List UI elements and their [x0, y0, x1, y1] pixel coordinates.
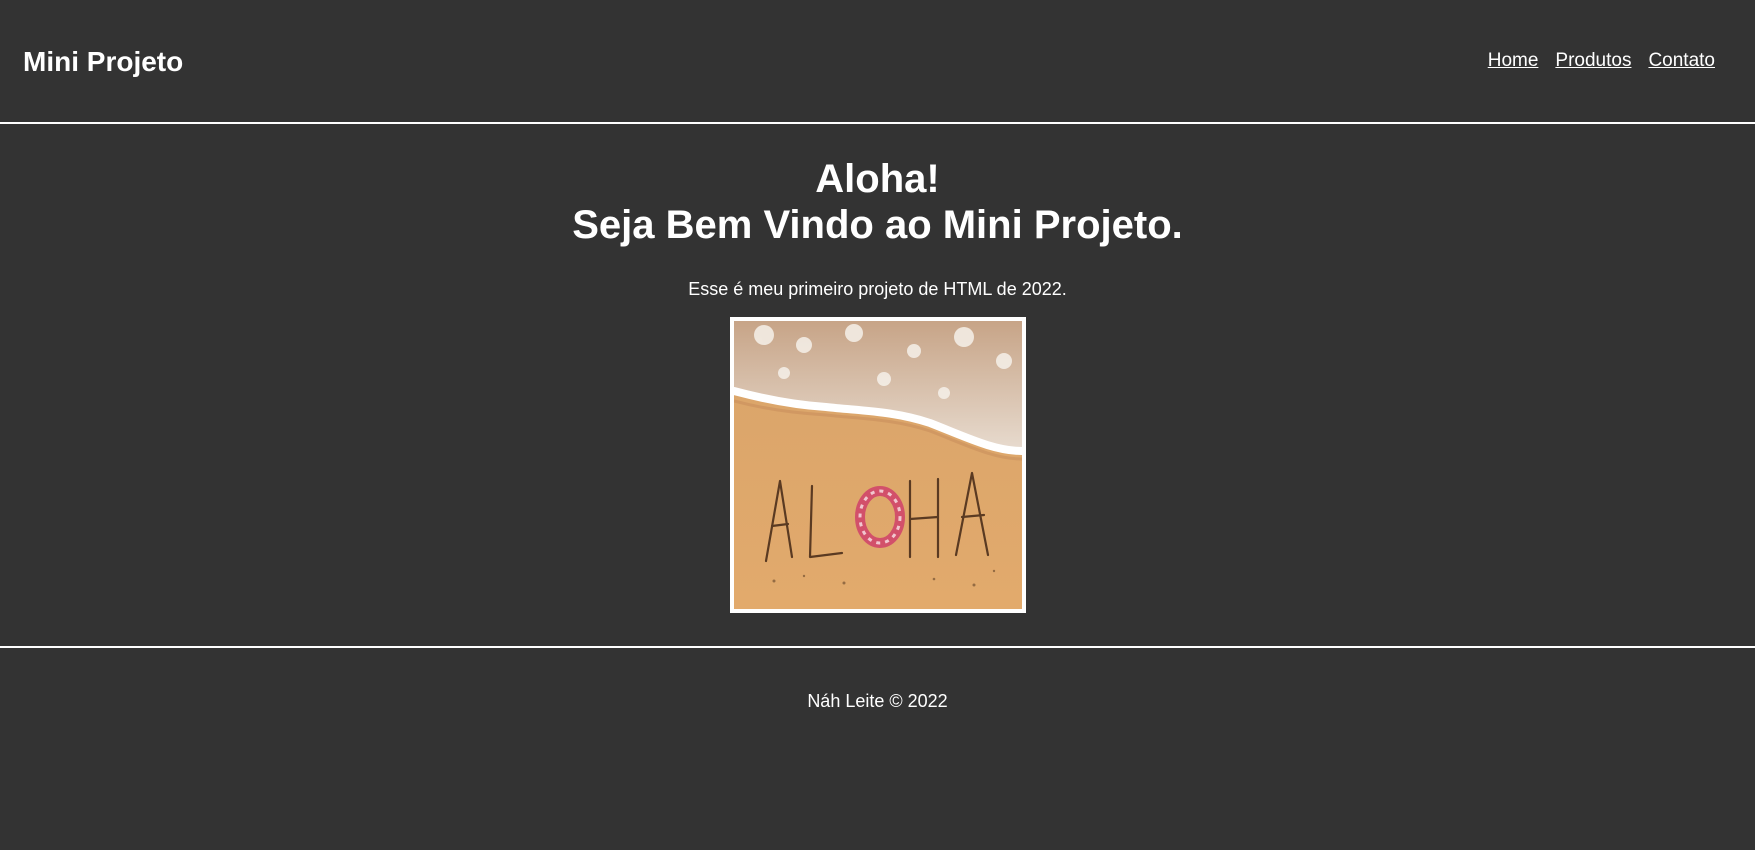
nav-link-produtos[interactable]: Produtos — [1555, 49, 1631, 73]
nav-link-contato[interactable]: Contato — [1648, 49, 1715, 73]
hero-title-line2: Seja Bem Vindo ao Mini Projeto. — [572, 203, 1183, 247]
site-brand: Mini Projeto — [23, 46, 184, 77]
beach-photo-illustration — [733, 321, 1022, 609]
hero-title: Aloha! Seja Bem Vindo ao Mini Projeto. — [0, 124, 1755, 248]
main-content: Aloha! Seja Bem Vindo ao Mini Projeto. E… — [0, 124, 1755, 646]
aloha-beach-image — [729, 317, 1026, 613]
copyright-text: Náh Leite © 2022 — [807, 691, 948, 711]
intro-text: Esse é meu primeiro projeto de HTML de 2… — [688, 279, 1067, 299]
main-nav: Home Produtos Contato — [1488, 49, 1715, 73]
site-footer: Náh Leite © 2022 — [0, 646, 1755, 850]
hero-title-line1: Aloha! — [815, 157, 940, 201]
nav-link-home[interactable]: Home — [1488, 49, 1539, 73]
site-header: Mini Projeto Home Produtos Contato — [0, 0, 1755, 124]
